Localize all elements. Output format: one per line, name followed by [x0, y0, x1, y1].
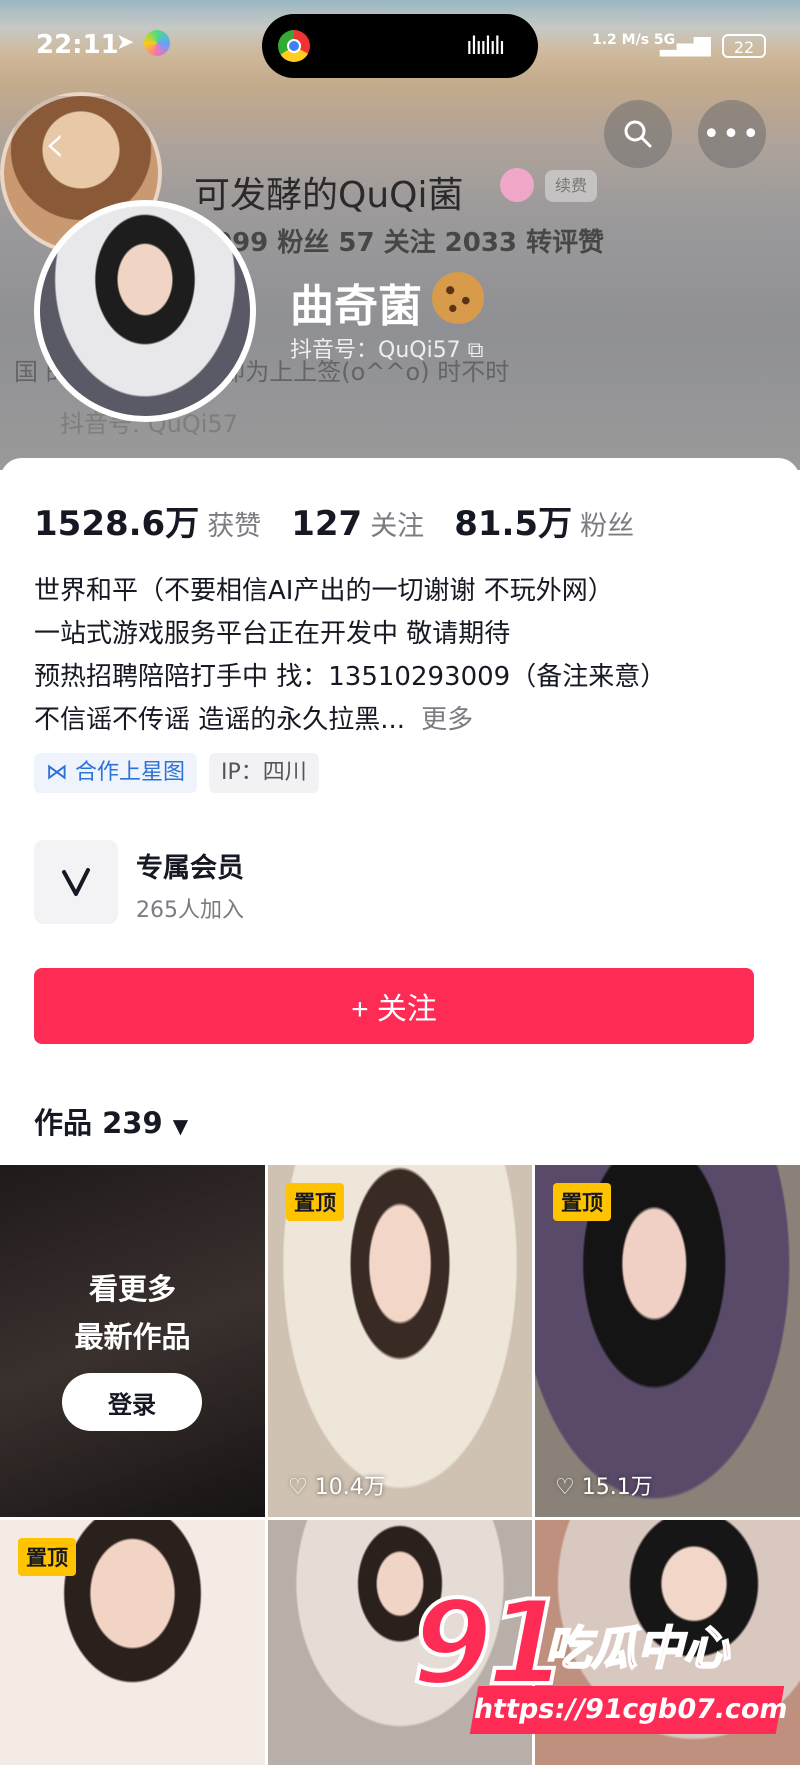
avatar[interactable] [34, 200, 256, 422]
cookie-emoji-icon [432, 272, 484, 324]
battery-indicator: 22 [722, 34, 766, 58]
star-map-icon: ⋈ [46, 760, 68, 785]
pinned-badge: 置顶 [18, 1538, 76, 1576]
see-more-text: 看更多 最新作品 [74, 1272, 191, 1354]
likes-count: 1528.6万 [34, 504, 200, 544]
search-button[interactable] [604, 100, 672, 168]
profile-bio: 世界和平（不要相信AI产出的一切谢谢 不玩外网） 一站式游戏服务平台正在开发中 … [34, 570, 666, 742]
heart-icon: ♡ [288, 1475, 308, 1500]
works-tab[interactable]: 作品 239 ▼ [34, 1100, 188, 1142]
copy-icon[interactable]: ⧉ [468, 338, 484, 363]
video-tile-locked[interactable]: 看更多 最新作品 登录 [0, 1165, 265, 1517]
like-count: ♡ 10.4万 [288, 1475, 386, 1500]
follow-button[interactable]: + 关注 [34, 968, 754, 1044]
member-subtitle: 265人加入 [136, 898, 244, 923]
ghost-stats: 099 粉丝 57 关注 2033 转评赞 [214, 228, 605, 258]
watermark-url: https://91cgb07.com [469, 1686, 791, 1734]
ip-location-tag: IP：四川 [209, 753, 319, 793]
member-title[interactable]: 专属会员 [136, 846, 244, 885]
ghost-title: 可发酵的QuQi菌 [194, 175, 464, 216]
douyin-id[interactable]: 抖音号：QuQi57 ⧉ [290, 332, 483, 364]
bio-line: 一站式游戏服务平台正在开发中 敬请期待 [34, 619, 511, 649]
like-count: ♡ 15.1万 [555, 1475, 653, 1500]
renew-badge: 续费 [545, 170, 598, 202]
search-icon [624, 120, 652, 148]
status-time: 22:11 [36, 30, 119, 60]
pinned-badge: 置顶 [286, 1183, 344, 1221]
signal-icon: ▂▄▆ [660, 32, 711, 57]
following-count[interactable]: 127 [291, 504, 362, 544]
chrome-icon [278, 30, 310, 62]
bio-line: 预热招聘陪陪打手中 找：13510293009（备注来意） [34, 662, 667, 692]
video-tile[interactable]: 置顶 ♡ 15.1万 [535, 1165, 800, 1517]
telegram-icon: ➤ [116, 30, 135, 55]
video-tile[interactable]: 置顶 ♡ 10.4万 [268, 1165, 532, 1517]
profile-tags: ⋈ 合作上星图 IP：四川 [34, 753, 319, 793]
bio-more-link[interactable]: 更多 [421, 705, 473, 735]
member-icon-box[interactable] [34, 840, 118, 924]
back-icon[interactable]: ‹ [44, 112, 66, 175]
pinned-badge: 置顶 [553, 1183, 611, 1221]
heart-icon: ♡ [555, 1475, 575, 1500]
login-button[interactable]: 登录 [62, 1373, 202, 1431]
followers-count[interactable]: 81.5万 [454, 496, 572, 545]
dropdown-arrow-icon: ▼ [172, 1114, 189, 1138]
bio-line: 不信谣不传谣 造谣的永久拉黑... 更多 [34, 705, 474, 735]
following-label[interactable]: 关注 [370, 504, 424, 543]
star-map-tag[interactable]: ⋈ 合作上星图 [34, 753, 198, 793]
profile-stats: 1528.6万 获赞 127 关注 81.5万 粉丝 [34, 496, 664, 545]
watermark-text: 吃瓜中心 [544, 1620, 730, 1676]
more-button[interactable]: ••• [698, 100, 766, 168]
followers-label[interactable]: 粉丝 [580, 504, 634, 543]
video-tile[interactable]: 置顶 [0, 1520, 265, 1765]
v-logo-icon [62, 868, 90, 896]
app-notification-icon [144, 30, 170, 56]
profile-name: 曲奇菌 [290, 281, 422, 332]
bio-line: 世界和平（不要相信AI产出的一切谢谢 不玩外网） [34, 576, 614, 606]
search-badge-icon [500, 168, 534, 202]
likes-label: 获赞 [207, 511, 262, 542]
more-dots-icon: ••• [702, 116, 762, 152]
status-bar: 22:11 ➤ ılıılılı 1.2 M/s 5G ▂▄▆ 22 [0, 0, 800, 95]
audio-wave-icon: ılıılılı [466, 32, 505, 60]
